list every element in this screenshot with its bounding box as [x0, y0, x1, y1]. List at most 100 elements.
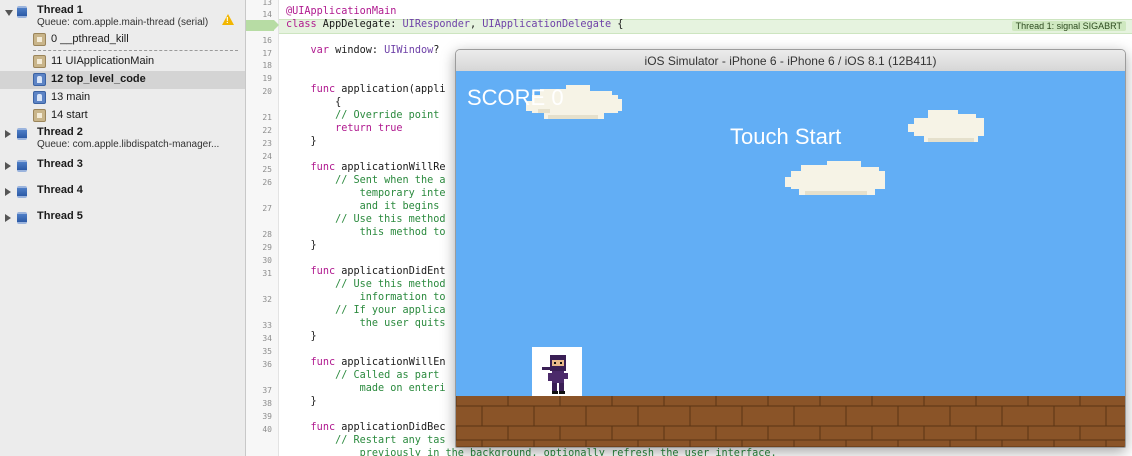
stack-frame-label: 0 __pthread_kill	[51, 33, 129, 45]
cloud-image	[908, 110, 984, 142]
thread-queue: Queue: com.apple.libdispatch-manager...	[37, 139, 220, 150]
thread-5-row[interactable]: Thread 5	[0, 210, 245, 226]
ninja-sprite	[532, 347, 582, 397]
code-line: func applicationWillRe	[286, 162, 446, 173]
line-number: 22	[262, 126, 272, 135]
ios-simulator-window[interactable]: iOS Simulator - iPhone 6 - iPhone 6 / iO…	[455, 49, 1126, 448]
instruction-pointer-icon[interactable]	[246, 19, 279, 32]
line-number: 40	[262, 425, 272, 434]
code-line: return true	[286, 123, 403, 134]
code-line: func applicationDidEnt	[286, 266, 446, 277]
code-line: func applicationDidBec	[286, 422, 446, 433]
line-number: 24	[262, 152, 272, 161]
code-token: func	[310, 357, 336, 368]
code-token: }	[286, 331, 317, 342]
stack-frame-label: 12 top_level_code	[51, 73, 146, 85]
line-number: 16	[262, 36, 272, 45]
code-token: // Use this method	[335, 214, 446, 225]
code-line: // Restart any tas	[286, 435, 445, 446]
code-line: @UIApplicationMain	[286, 6, 396, 17]
line-number: 29	[262, 243, 272, 252]
thread-2-row[interactable]: Thread 2 Queue: com.apple.libdispatch-ma…	[0, 126, 245, 152]
stack-frame-label: 11 UIApplicationMain	[51, 55, 155, 67]
line-number: 39	[262, 412, 272, 421]
code-line: // Called as part	[286, 370, 439, 381]
code-line: // Use this method	[286, 279, 445, 290]
frames-elided-separator	[33, 50, 238, 51]
code-token: func	[310, 266, 336, 277]
thread-icon	[17, 186, 27, 198]
line-number-gutter[interactable]: 13 14 15 16 17 18 19 20 21 22 23 24 25 26 27 28 29 30 31 32…	[246, 0, 279, 456]
thread-1-row[interactable]: Thread 1 Queue: com.apple.main-thread (s…	[0, 4, 245, 34]
stack-frame-row[interactable]: 0 __pthread_kill	[0, 31, 245, 49]
line-number: 25	[262, 165, 272, 174]
simulator-title: iOS Simulator - iPhone 6 - iPhone 6 / iO…	[644, 54, 937, 68]
thread-queue: Queue: com.apple.main-thread (serial)	[37, 17, 209, 28]
code-token: }	[286, 136, 317, 147]
code-token: applicationWillRe	[335, 162, 446, 173]
code-line: }	[286, 331, 317, 342]
line-number: 38	[262, 399, 272, 408]
code-line: // Override point	[286, 110, 439, 121]
stack-frame-row[interactable]: 14 start	[0, 107, 245, 125]
line-number: 14	[262, 10, 272, 19]
stack-frame-row-selected[interactable]: 12 top_level_code	[0, 71, 245, 89]
code-token: // Override point	[335, 110, 440, 121]
code-token: applicationDidEnt	[335, 266, 446, 277]
code-line: made on enteri	[286, 383, 446, 394]
thread-name: Thread 1	[37, 4, 83, 16]
line-number: 23	[262, 139, 272, 148]
code-line: var window: UIWindow?	[286, 45, 440, 56]
code-token: made on enteri	[359, 383, 446, 394]
system-frame-icon	[33, 109, 46, 122]
thread-name: Thread 5	[37, 210, 83, 222]
code-line: temporary inte	[286, 188, 446, 199]
code-token: UIApplicationDelegate	[482, 19, 612, 30]
line-number: 36	[262, 360, 272, 369]
line-number: 19	[262, 74, 272, 83]
code-line: func application(appli	[286, 84, 446, 95]
thread-3-row[interactable]: Thread 3	[0, 158, 245, 174]
score-label: SCORE 0	[467, 85, 564, 110]
code-token: UIResponder	[402, 19, 471, 30]
disclosure-closed-icon[interactable]	[5, 130, 11, 138]
touch-start-prompt[interactable]: Touch Start	[730, 124, 841, 150]
thread-4-row[interactable]: Thread 4	[0, 184, 245, 200]
disclosure-closed-icon[interactable]	[5, 162, 11, 170]
code-token: }	[286, 396, 317, 407]
code-line: and it begins	[286, 201, 440, 212]
code-line: }	[286, 396, 317, 407]
thread-name: Thread 4	[37, 184, 83, 196]
disclosure-open-icon[interactable]	[5, 10, 13, 16]
code-line: }	[286, 136, 317, 147]
line-number: 21	[262, 113, 272, 122]
stack-frame-row[interactable]: 11 UIApplicationMain	[0, 53, 245, 71]
user-frame-icon	[33, 91, 46, 104]
line-number: 34	[262, 334, 272, 343]
simulator-title-bar[interactable]: iOS Simulator - iPhone 6 - iPhone 6 / iO…	[456, 50, 1125, 72]
code-token: // Called as part	[335, 370, 440, 381]
code-token: application(appli	[335, 84, 446, 95]
code-token: window:	[328, 45, 385, 56]
disclosure-closed-icon[interactable]	[5, 214, 11, 222]
stack-frame-row[interactable]: 13 main	[0, 89, 245, 107]
code-token: return	[335, 123, 372, 134]
disclosure-closed-icon[interactable]	[5, 188, 11, 196]
debug-navigator: Thread 1 Queue: com.apple.main-thread (s…	[0, 0, 246, 456]
code-token: // If your applica	[335, 305, 446, 316]
thread-icon	[17, 212, 27, 224]
line-number: 26	[262, 178, 272, 187]
ninja-icon	[542, 355, 568, 394]
game-screen[interactable]: SCORE 0 Touch Start	[456, 71, 1125, 447]
line-number: 31	[262, 269, 272, 278]
